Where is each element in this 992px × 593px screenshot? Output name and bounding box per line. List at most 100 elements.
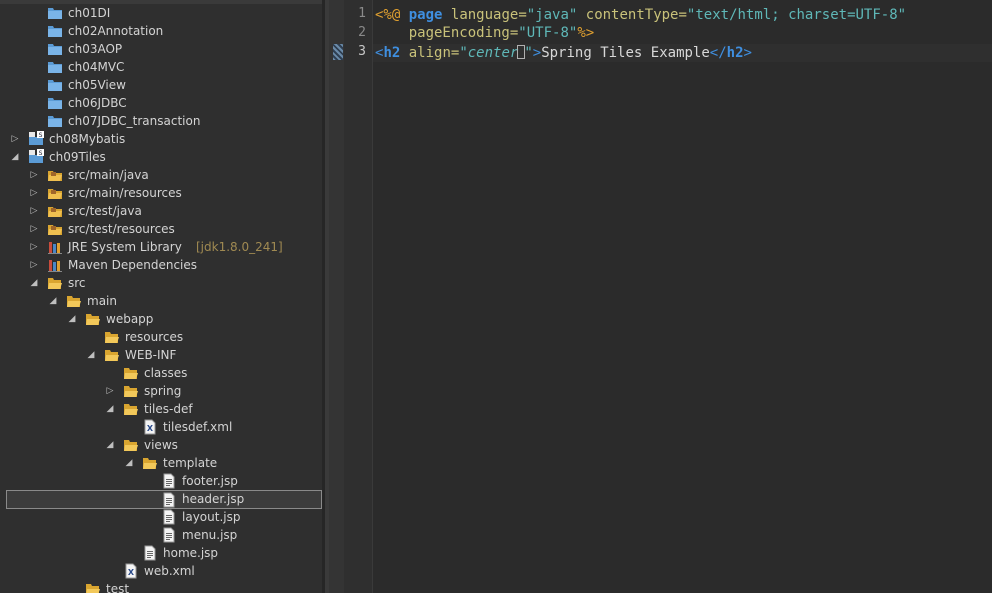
tree-item-label: ch08Mybatis: [49, 132, 126, 146]
code-editor[interactable]: 1 2 3 <%@ page language="java" contentTy…: [329, 0, 992, 593]
expand-toggle-open-icon[interactable]: ◢: [86, 346, 96, 364]
tree-item[interactable]: ▷ JRE System Library [jdk1.8.0_241]: [0, 238, 325, 256]
jsp-directive-close: %>: [577, 25, 595, 41]
tree-item[interactable]: ▷ Maven Dependencies: [0, 256, 325, 274]
tree-item-label: ch04MVC: [68, 60, 125, 74]
library-icon: [47, 239, 63, 255]
open-folder-icon: [123, 437, 139, 453]
tag-name: h2: [726, 45, 744, 61]
tree-item[interactable]: classes: [0, 364, 325, 382]
expand-toggle-closed-icon[interactable]: ▷: [105, 382, 115, 400]
tree-item[interactable]: Xweb.xml: [0, 562, 325, 580]
code-line-1[interactable]: <%@ page language="java" contentType="te…: [375, 6, 906, 24]
expand-toggle-open-icon[interactable]: ◢: [105, 436, 115, 454]
code-line-3[interactable]: <h2 align="center ">Spring Tiles Example<…: [375, 44, 752, 62]
attr-name: language=: [450, 7, 527, 23]
tree-item[interactable]: ◢ main: [0, 292, 325, 310]
tree-item[interactable]: ◢ views: [0, 436, 325, 454]
tree-item-label: tilesdef.xml: [163, 420, 233, 434]
expand-toggle-open-icon[interactable]: ◢: [67, 310, 77, 328]
open-folder-icon: [123, 383, 139, 399]
tree-item[interactable]: header.jsp: [6, 490, 322, 509]
source-folder-icon: [47, 221, 63, 237]
tree-item[interactable]: ▷ src/main/resources: [0, 184, 325, 202]
expand-toggle-closed-icon[interactable]: ▷: [29, 184, 39, 202]
tree-item-label: home.jsp: [163, 546, 219, 560]
tree-item[interactable]: ▷ spring: [0, 382, 325, 400]
tree-item[interactable]: footer.jsp: [0, 472, 325, 490]
tree-item[interactable]: test: [0, 580, 325, 593]
attr-value: "center: [459, 45, 519, 61]
tree-item[interactable]: resources: [0, 328, 325, 346]
tree-item[interactable]: ch07JDBC_transaction: [0, 112, 325, 130]
tree-item-label: layout.jsp: [182, 510, 241, 524]
tree-item[interactable]: ch05View: [0, 76, 325, 94]
tree-item[interactable]: ch06JDBC: [0, 94, 325, 112]
attr-value: "UTF-8": [518, 25, 578, 41]
tree-item-label: ch02Annotation: [68, 24, 164, 38]
tree-item[interactable]: ◢ Sch09Tiles: [0, 148, 325, 166]
expand-toggle-closed-icon[interactable]: ▷: [29, 256, 39, 274]
line-number-gutter: 1 2 3: [344, 0, 373, 593]
tree-item-label: WEB-INF: [125, 348, 177, 362]
expand-toggle-open-icon[interactable]: ◢: [10, 148, 20, 166]
tree-item[interactable]: ◢ src: [0, 274, 325, 292]
open-folder-icon: [104, 347, 120, 363]
directive-keyword: page: [408, 7, 443, 23]
tree-item-label: main: [87, 294, 117, 308]
tree-item[interactable]: ▷ src/test/java: [0, 202, 325, 220]
text-content: Spring Tiles Example: [541, 45, 710, 61]
tree-item[interactable]: layout.jsp: [0, 508, 325, 526]
line-number: 2: [358, 25, 366, 40]
tree-item[interactable]: ▷ Sch08Mybatis: [0, 130, 325, 148]
overview-ruler: [329, 0, 344, 593]
expand-toggle-closed-icon[interactable]: ▷: [29, 166, 39, 184]
attr-name: contentType=: [585, 7, 687, 23]
attr-value: "text/html; charset=UTF-8": [686, 7, 907, 23]
expand-toggle-open-icon[interactable]: ◢: [124, 454, 134, 472]
code-line-2[interactable]: pageEncoding="UTF-8"%>: [375, 24, 594, 42]
expand-toggle-closed-icon[interactable]: ▷: [10, 130, 20, 148]
tree-item[interactable]: Xtilesdef.xml: [0, 418, 325, 436]
jsp-directive-open: <%@: [375, 7, 401, 23]
tree-item[interactable]: home.jsp: [0, 544, 325, 562]
tag-name: h2: [383, 45, 401, 61]
tree-item[interactable]: ch03AOP: [0, 40, 325, 58]
jsp-file-icon: [161, 527, 177, 543]
tree-item-label: spring: [144, 384, 182, 398]
open-folder-icon: [85, 311, 101, 327]
tree-item-label: template: [163, 456, 218, 470]
expand-toggle-open-icon[interactable]: ◢: [105, 400, 115, 418]
project-folder-icon: [47, 23, 63, 39]
source-folder-icon: [47, 167, 63, 183]
tree-item[interactable]: ch04MVC: [0, 58, 325, 76]
tree-item-label: tiles-def: [144, 402, 193, 416]
tree-item[interactable]: ▷ src/test/resources: [0, 220, 325, 238]
tree-item[interactable]: ◢ template: [0, 454, 325, 472]
svg-text:S: S: [39, 132, 43, 139]
tree-item-label: classes: [144, 366, 188, 380]
open-folder-icon: [85, 581, 101, 593]
tree-item[interactable]: ◢ tiles-def: [0, 400, 325, 418]
project-folder-icon: [47, 5, 63, 21]
tag-close-bracket: >: [532, 45, 542, 61]
expand-toggle-open-icon[interactable]: ◢: [48, 292, 58, 310]
open-folder-icon: [142, 455, 158, 471]
open-folder-icon: [47, 275, 63, 291]
expand-toggle-closed-icon[interactable]: ▷: [29, 202, 39, 220]
expand-toggle-open-icon[interactable]: ◢: [29, 274, 39, 292]
tree-item-label: src: [68, 276, 86, 290]
tree-item-label: footer.jsp: [182, 474, 238, 488]
tree-item[interactable]: ▷ src/main/java: [0, 166, 325, 184]
tree-item[interactable]: ◢ WEB-INF: [0, 346, 325, 364]
jsp-file-icon: [142, 545, 158, 561]
tree-item[interactable]: ch02Annotation: [0, 22, 325, 40]
tree-item[interactable]: menu.jsp: [0, 526, 325, 544]
xml-file-icon: X: [142, 419, 158, 435]
tree-item-label: ch05View: [68, 78, 126, 92]
svg-text:S: S: [39, 150, 43, 157]
expand-toggle-closed-icon[interactable]: ▷: [29, 220, 39, 238]
tree-item[interactable]: ◢ webapp: [0, 310, 325, 328]
tree-item[interactable]: ch01DI: [0, 4, 325, 22]
expand-toggle-closed-icon[interactable]: ▷: [29, 238, 39, 256]
